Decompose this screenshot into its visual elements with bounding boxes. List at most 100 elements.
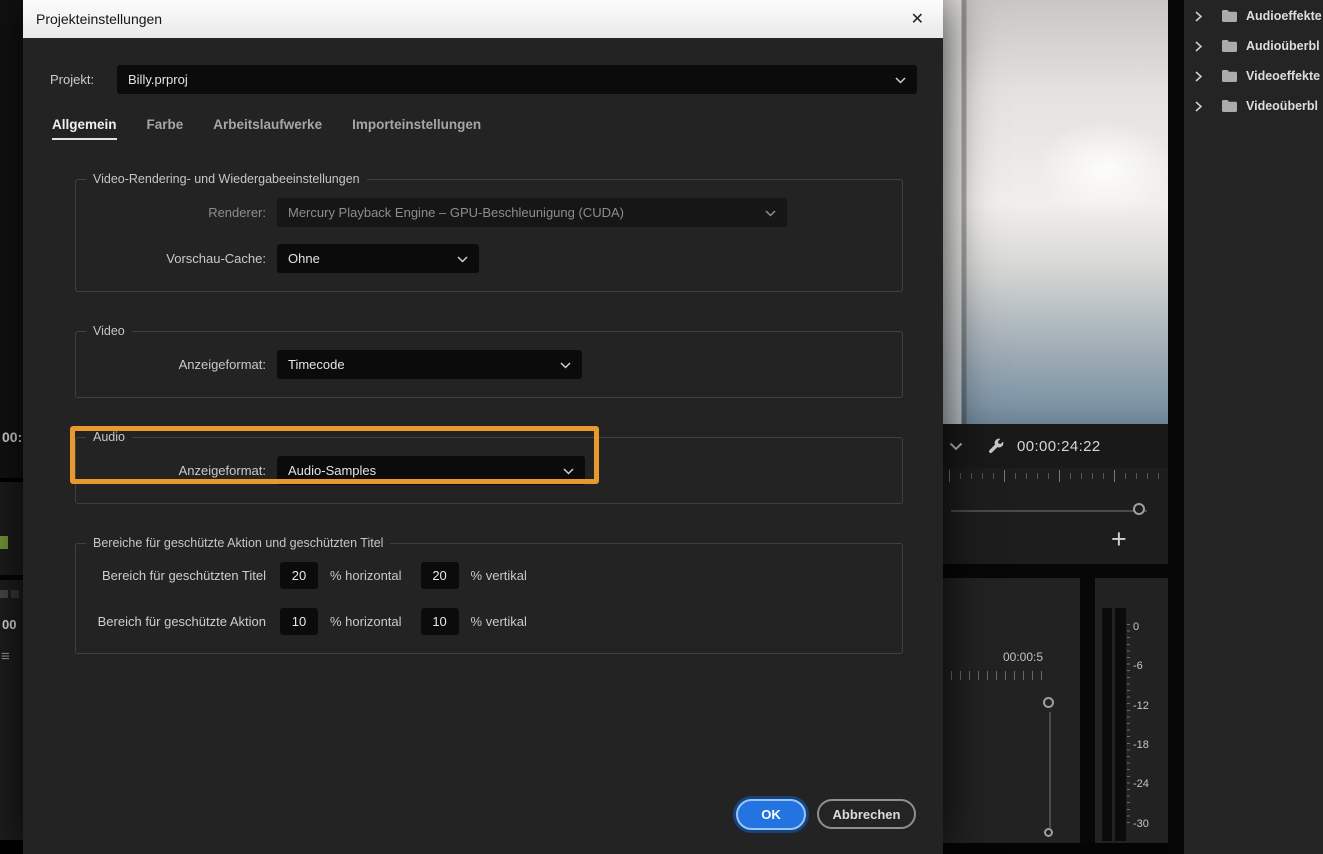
scrollbar-handle[interactable] [1133,503,1145,515]
panel-divider [943,564,1168,578]
chevron-right-icon[interactable] [1195,10,1202,22]
chevron-down-icon [765,205,776,220]
video-preview [943,0,1168,424]
rendering-group: Video-Rendering- und Wiedergabeeinstellu… [75,172,903,292]
wrench-settings-icon[interactable] [987,438,1004,455]
audio-format-dropdown[interactable]: Audio-Samples [277,456,585,485]
group-legend: Video [93,324,125,338]
folder-icon [1222,100,1237,112]
track-counter: 00 [2,617,17,632]
chevron-down-icon [895,72,906,87]
safe-title-vertical-input[interactable] [420,562,459,589]
audio-meter-panel: 0 -6 -12 -18 -24 -30 [1095,578,1168,843]
clip-fragment [0,536,8,549]
horizontal-unit-label: % horizontal [330,614,402,629]
panel-edge [943,843,1168,854]
dialog-buttons: OK Abbrechen [23,799,943,830]
renderer-dropdown-value: Mercury Playback Engine – GPU-Beschleuni… [288,205,624,220]
meter-scale-label: -6 [1133,660,1143,672]
close-icon[interactable]: ✕ [905,7,930,31]
video-format-dropdown[interactable]: Timecode [277,350,582,379]
slider-track[interactable] [1049,712,1051,828]
vertical-unit-label: % vertikal [470,568,527,583]
bin-label: Audioeffekte [1246,9,1322,23]
premiere-pro-app: 00: 00 ≡ 00:00:24:22 + 00:00:5 0 -6 -12 … [0,0,1323,854]
audio-format-dropdown-value: Audio-Samples [288,463,377,478]
safe-action-row: Bereich für geschützte Aktion % horizont… [88,608,902,635]
project-label: Projekt: [50,72,95,87]
renderer-dropdown: Mercury Playback Engine – GPU-Beschleuni… [277,198,787,227]
folder-icon [1222,10,1237,22]
bin-row-audioeffekte[interactable]: Audioeffekte [1184,1,1323,31]
dialog-titlebar[interactable]: Projekteinstellungen ✕ [23,0,943,38]
slider-handle[interactable] [1043,697,1054,708]
scrollbar-track[interactable] [951,510,1147,512]
program-transport-bar: 00:00:24:22 [943,424,1168,468]
audio-panel-fragment: 00:00:5 [943,578,1080,843]
timeline-ruler-fragment [0,482,23,575]
folder-icon [1222,40,1237,52]
tab-allgemein[interactable]: Allgemein [52,117,117,140]
project-row: Projekt: Billy.prproj [50,65,917,94]
meter-scale-label: -30 [1133,818,1149,830]
bin-row-audiouberblendungen[interactable]: Audioüberbl [1184,31,1323,61]
ok-button[interactable]: OK [736,799,806,830]
slider-handle[interactable] [1044,828,1053,837]
program-zoom-ruler[interactable] [949,470,1159,482]
video-format-label: Anzeigeformat: [178,357,266,372]
program-monitor-panel: 00:00:24:22 + 00:00:5 0 -6 -12 -18 -24 -… [943,0,1168,854]
preview-cache-dropdown-value: Ohne [288,251,320,266]
vertical-unit-label: % vertikal [470,614,527,629]
bin-label: Videoüberbl [1246,99,1319,113]
video-format-dropdown-value: Timecode [288,357,345,372]
horizontal-unit-label: % horizontal [330,568,402,583]
track-toggle-icon[interactable] [0,590,8,598]
audio-ruler-ticks [951,671,1047,680]
chevron-down-icon [563,463,574,478]
bin-row-videoeffekte[interactable]: Videoeffekte [1184,61,1323,91]
chevron-right-icon[interactable] [1195,40,1202,52]
hamburger-menu-icon[interactable]: ≡ [1,648,10,665]
safe-title-label: Bereich für geschützten Titel [101,568,266,583]
audio-format-label: Anzeigeformat: [178,463,266,478]
chevron-down-icon [560,357,571,372]
bin-label: Audioüberbl [1246,39,1320,53]
panel-divider [1168,0,1184,854]
preview-cache-label: Vorschau-Cache: [166,251,266,266]
safe-action-vertical-input[interactable] [420,608,459,635]
chevron-down-icon [457,251,468,266]
bin-row-videouberblendungen[interactable]: Videoüberbl [1184,91,1323,121]
group-legend: Audio [93,430,125,444]
renderer-label: Renderer: [208,205,266,220]
panel-divider [1080,578,1095,843]
track-toggle-icon[interactable] [11,590,19,598]
project-dropdown[interactable]: Billy.prproj [117,65,917,94]
safe-action-horizontal-input[interactable] [280,608,318,635]
safe-action-label: Bereich für geschützte Aktion [97,614,266,629]
chevron-right-icon[interactable] [1195,100,1202,112]
timeline-timecode-fragment: 00: [2,429,23,445]
video-group: Video Anzeigeformat: Timecode [75,324,903,398]
timeline-panel-fragment: 00: 00 ≡ [0,0,23,854]
add-button[interactable]: + [1111,524,1127,555]
tab-importeinstellungen[interactable]: Importeinstellungen [352,117,481,140]
folder-icon [1222,70,1237,82]
panel-edge [0,840,23,854]
audio-ruler-timecode: 00:00:5 [1003,650,1044,664]
chevron-down-icon[interactable] [949,442,963,451]
tab-arbeitslaufwerke[interactable]: Arbeitslaufwerke [213,117,322,140]
dialog-tabs: Allgemein Farbe Arbeitslaufwerke Importe… [52,117,943,140]
video-format-row: Anzeigeformat: Timecode [88,350,902,379]
preview-cache-dropdown[interactable]: Ohne [277,244,479,273]
preview-cache-row: Vorschau-Cache: Ohne [88,244,902,273]
bin-label: Videoeffekte [1246,69,1321,83]
cancel-button[interactable]: Abbrechen [817,799,916,829]
program-timecode[interactable]: 00:00:24:22 [1017,438,1101,455]
tab-farbe[interactable]: Farbe [147,117,184,140]
project-dropdown-value: Billy.prproj [128,72,188,87]
audio-format-row: Anzeigeformat: Audio-Samples [88,456,902,485]
safe-title-horizontal-input[interactable] [280,562,318,589]
chevron-right-icon[interactable] [1195,70,1202,82]
renderer-row: Renderer: Mercury Playback Engine – GPU-… [88,198,902,227]
dialog-title: Projekteinstellungen [36,11,163,27]
